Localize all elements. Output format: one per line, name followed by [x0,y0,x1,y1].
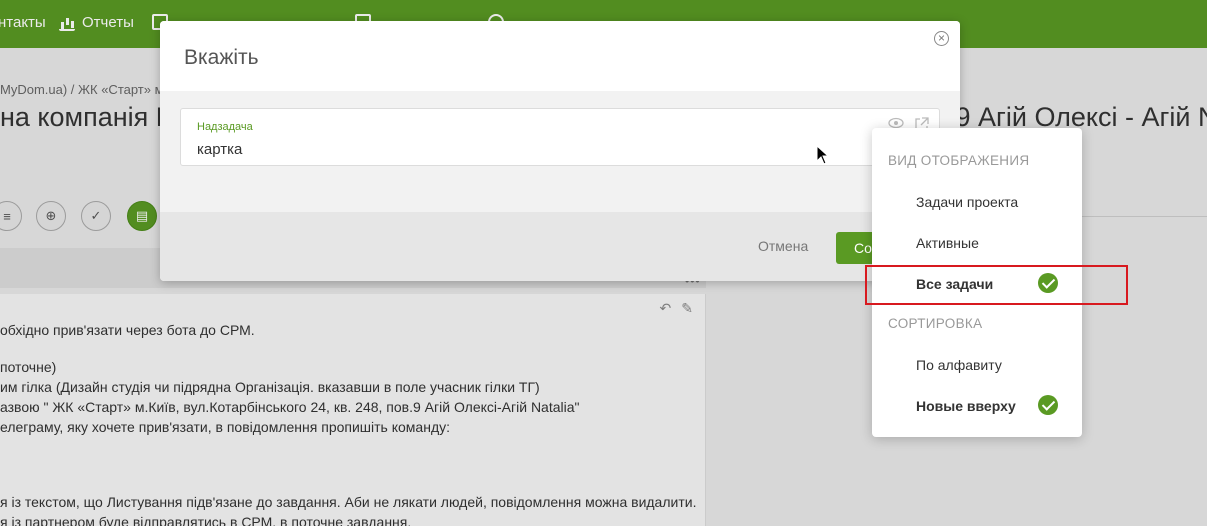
mouse-cursor-icon [816,145,830,165]
dialog-body: Надзадача [160,91,960,212]
dialog-title: Вкажіть [184,46,259,69]
parent-task-label: Надзадача [197,121,253,133]
option-active[interactable]: Активные [916,235,979,251]
highlight-box [865,265,1128,305]
option-project-tasks[interactable]: Задачи проекта [916,194,1018,210]
dialog-footer: Отмена Со [160,212,960,281]
option-alphabetical[interactable]: По алфавиту [916,357,1002,373]
parent-task-dialog: Вкажіть × Надзадача Отмена Со [160,21,960,281]
view-mode-section-title: ВИД ОТОБРАЖЕНИЯ [888,153,1030,168]
cancel-button[interactable]: Отмена [758,238,808,254]
dialog-header: Вкажіть × [160,21,960,91]
option-newest-first[interactable]: Новые вверху [916,398,1016,414]
close-icon[interactable]: × [934,31,949,46]
parent-task-input[interactable] [197,141,797,158]
check-icon [1038,395,1058,415]
sorting-section-title: СОРТИРОВКА [888,316,983,331]
